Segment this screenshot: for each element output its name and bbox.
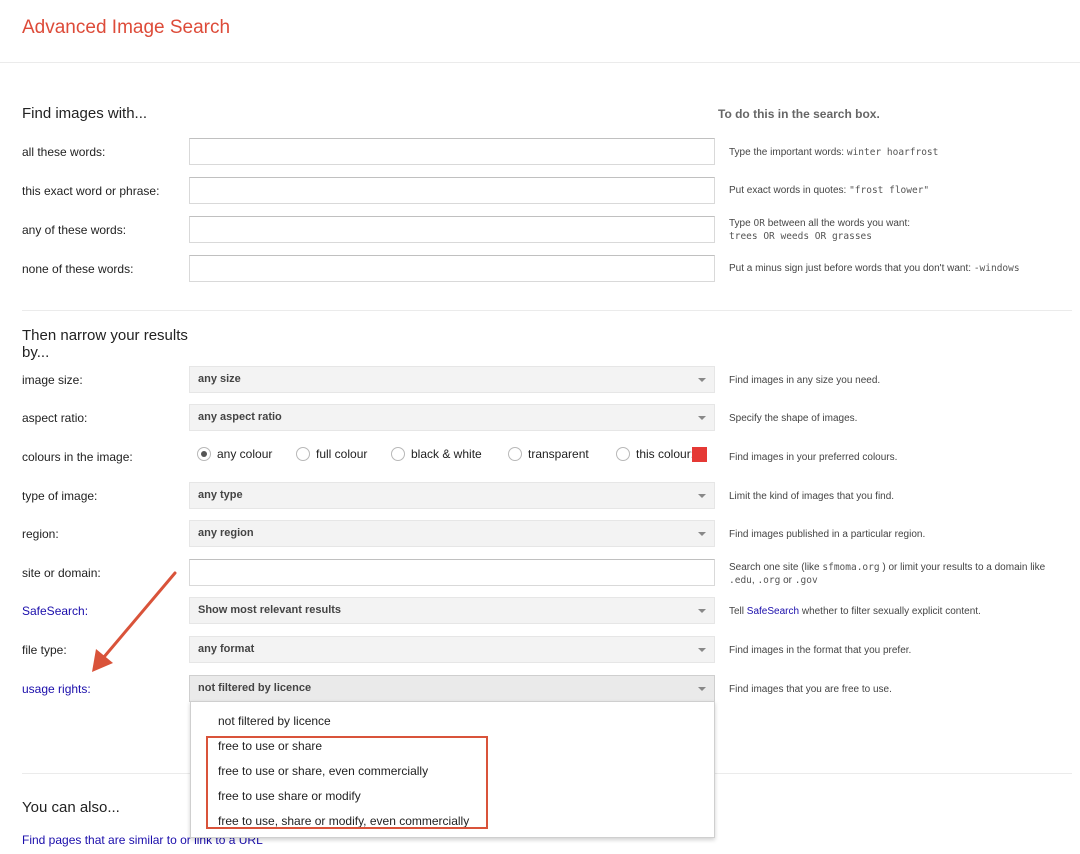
type-of-image-value: any type — [198, 489, 243, 501]
usage-rights-label-link[interactable]: usage rights: — [22, 682, 91, 696]
radio-full-colour[interactable]: full colour — [296, 447, 367, 461]
safesearch-hint-link[interactable]: SafeSearch — [747, 606, 799, 617]
image-size-select[interactable]: any size — [189, 366, 715, 393]
any-words-hint: Type OR between all the words you want: t… — [729, 218, 911, 242]
radio-circle — [391, 447, 405, 461]
chevron-down-icon — [698, 378, 706, 382]
chevron-down-icon — [698, 687, 706, 691]
radio-black-white[interactable]: black & white — [391, 447, 482, 461]
region-select[interactable]: any region — [189, 520, 715, 547]
header-divider — [0, 62, 1080, 63]
region-hint: Find images published in a particular re… — [729, 529, 926, 540]
site-domain-hint: Search one site (like sfmoma.org ) or li… — [729, 562, 1046, 586]
radio-circle — [296, 447, 310, 461]
page-title: Advanced Image Search — [22, 17, 231, 38]
chevron-down-icon — [698, 532, 706, 536]
chevron-down-icon — [698, 609, 706, 613]
find-images-heading: Find images with... — [22, 105, 148, 122]
any-words-input[interactable] — [189, 216, 715, 243]
all-words-input[interactable] — [189, 138, 715, 165]
file-type-value: any format — [198, 643, 255, 655]
image-size-hint: Find images in any size you need. — [729, 375, 881, 386]
none-words-input[interactable] — [189, 255, 715, 282]
exact-phrase-hint: Put exact words in quotes: "frost flower… — [729, 185, 930, 196]
none-words-label: none of these words: — [22, 262, 134, 276]
narrow-results-heading: Then narrow your results by... — [22, 327, 188, 361]
file-type-hint: Find images in the format that you prefe… — [729, 645, 912, 656]
site-domain-label: site or domain: — [22, 566, 101, 580]
search-box-hint-header: To do this in the search box. — [718, 107, 880, 121]
region-value: any region — [198, 527, 254, 539]
file-type-select[interactable]: any format — [189, 636, 715, 663]
chevron-down-icon — [698, 494, 706, 498]
all-words-label: all these words: — [22, 145, 106, 159]
section-divider — [22, 310, 1072, 311]
radio-transparent[interactable]: transparent — [508, 447, 589, 461]
aspect-ratio-value: any aspect ratio — [198, 411, 282, 423]
image-size-label: image size: — [22, 373, 83, 387]
aspect-ratio-label: aspect ratio: — [22, 411, 88, 425]
radio-any-colour[interactable]: any colour — [197, 447, 272, 461]
colours-label: colours in the image: — [22, 450, 133, 464]
aspect-ratio-hint: Specify the shape of images. — [729, 413, 858, 424]
radio-this-colour[interactable]: this colour: — [616, 447, 694, 461]
aspect-ratio-select[interactable]: any aspect ratio — [189, 404, 715, 431]
usage-rights-dropdown: not filtered by licence free to use or s… — [190, 701, 715, 838]
radio-circle — [616, 447, 630, 461]
safesearch-value: Show most relevant results — [198, 604, 342, 616]
usage-rights-select[interactable]: not filtered by licence — [189, 675, 715, 702]
usage-rights-value: not filtered by licence — [198, 682, 312, 694]
type-of-image-hint: Limit the kind of images that you find. — [729, 491, 895, 502]
chevron-down-icon — [698, 416, 706, 420]
chevron-down-icon — [698, 648, 706, 652]
all-words-hint: Type the important words: winter hoarfro… — [729, 147, 939, 158]
usage-option-free-use-share-commercial[interactable]: free to use or share, even commercially — [218, 764, 428, 778]
usage-option-free-use-share-modify-commercial[interactable]: free to use, share or modify, even comme… — [218, 814, 469, 828]
usage-option-free-use-share-modify[interactable]: free to use share or modify — [218, 789, 361, 803]
image-size-value: any size — [198, 373, 241, 385]
any-words-label: any of these words: — [22, 223, 127, 237]
site-domain-input[interactable] — [189, 559, 715, 586]
colours-hint: Find images in your preferred colours. — [729, 452, 898, 463]
you-can-also-heading: You can also... — [22, 799, 120, 816]
safesearch-select[interactable]: Show most relevant results — [189, 597, 715, 624]
usage-rights-hint: Find images that you are free to use. — [729, 684, 892, 695]
exact-phrase-label: this exact word or phrase: — [22, 184, 160, 198]
colour-swatch[interactable] — [692, 447, 707, 462]
none-words-hint: Put a minus sign just before words that … — [729, 263, 1020, 274]
safesearch-hint: Tell SafeSearch whether to filter sexual… — [729, 606, 981, 617]
file-type-label: file type: — [22, 643, 67, 657]
safesearch-label-link[interactable]: SafeSearch: — [22, 604, 88, 618]
usage-option-not-filtered[interactable]: not filtered by licence — [218, 714, 331, 728]
usage-option-free-use-share[interactable]: free to use or share — [218, 739, 322, 753]
radio-circle — [508, 447, 522, 461]
type-of-image-select[interactable]: any type — [189, 482, 715, 509]
exact-phrase-input[interactable] — [189, 177, 715, 204]
radio-circle — [197, 447, 211, 461]
type-of-image-label: type of image: — [22, 489, 98, 503]
region-label: region: — [22, 527, 59, 541]
